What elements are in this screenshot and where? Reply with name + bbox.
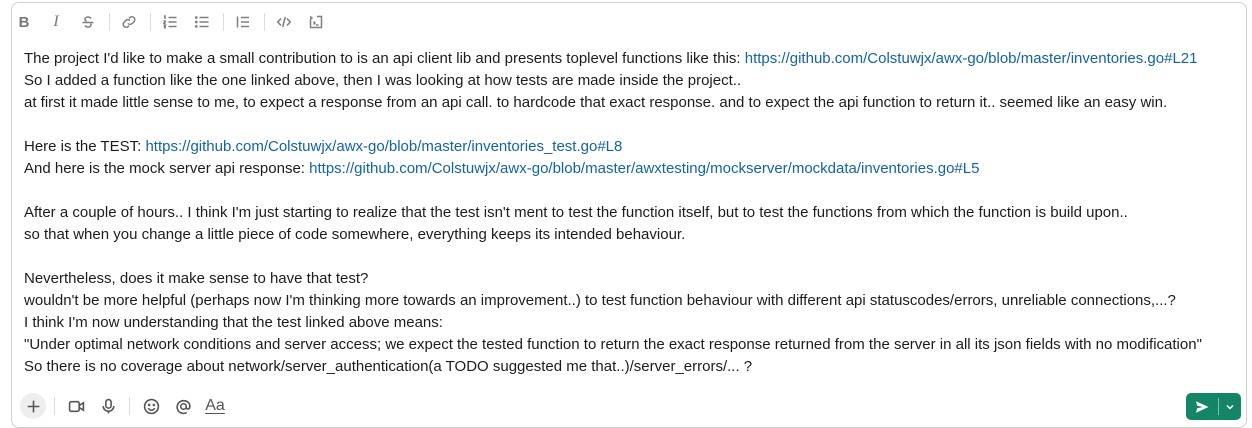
bold-button[interactable]: B [11,9,37,35]
video-clip-button[interactable] [63,393,89,419]
italic-button[interactable]: I [43,9,69,35]
message-text: And here is the mock server api response… [24,160,310,177]
message-input[interactable]: The project I'd like to make a small con… [24,48,1234,378]
message-link[interactable]: https://github.com/Colstuwjx/awx-go/blob… [745,50,1198,67]
message-text: Here is the TEST: [24,138,146,155]
emoji-button[interactable] [138,393,164,419]
strikethrough-icon [82,16,94,28]
ordered-list-button[interactable] [157,9,183,35]
message-line: at first it made little sense to me, to … [24,94,1168,111]
message-line: Nevertheless, does it make sense to have… [24,270,369,287]
attach-button[interactable] [20,393,46,419]
bold-icon: B [18,13,30,31]
message-line: And here is the mock server api response… [24,158,1234,180]
audio-clip-button[interactable] [95,393,121,419]
toolbar-divider [109,13,110,31]
message-line: "Under optimal network conditions and se… [24,336,1202,353]
chevron-down-icon [1226,404,1234,410]
toolbar-divider [264,13,265,31]
plus-icon [27,400,39,412]
message-line: After a couple of hours.. I think I'm ju… [24,204,1128,221]
message-line: So there is no coverage about network/se… [24,358,753,375]
blockquote-button[interactable] [230,9,256,35]
send-button-group [1186,393,1241,420]
message-line: The project I'd like to make a small con… [24,48,1234,70]
text-format-button[interactable]: Aa [202,393,228,419]
italic-icon: I [53,13,59,30]
bulleted-list-icon [194,16,209,28]
mention-button[interactable] [170,393,196,419]
code-block-icon [309,15,323,29]
message-link[interactable]: https://github.com/Colstuwjx/awx-go/blob… [145,138,622,155]
toolbar-divider [223,13,224,31]
text-format-icon: Aa [205,397,225,414]
message-line: Here is the TEST: https://github.com/Col… [24,136,1234,158]
message-link[interactable]: https://github.com/Colstuwjx/awx-go/blob… [309,160,979,177]
microphone-icon [101,398,115,413]
mention-icon [175,399,191,414]
message-text: The project I'd like to make a small con… [24,50,745,67]
message-line: I think I'm now understanding that the t… [24,314,443,331]
formatting-toolbar: B I [11,6,335,38]
message-line: wouldn't be more helpful (perhaps now I'… [24,292,1176,309]
emoji-icon [143,398,159,414]
toolbar-divider [150,13,151,31]
message-line: so that when you change a little piece o… [24,226,686,243]
link-button[interactable] [116,9,142,35]
blockquote-icon [236,16,249,28]
link-icon [122,15,136,29]
video-icon [68,400,84,412]
send-icon [1196,400,1209,413]
code-icon [276,16,292,28]
ordered-list-icon [163,14,177,29]
strikethrough-button[interactable] [75,9,101,35]
actions-divider [129,397,130,415]
actions-divider [54,397,55,415]
send-button[interactable] [1186,393,1218,420]
bulleted-list-button[interactable] [189,9,215,35]
schedule-send-button[interactable] [1219,393,1241,420]
code-button[interactable] [271,9,297,35]
composer-actions: Aa [20,393,234,419]
code-block-button[interactable] [303,9,329,35]
message-line: So I added a function like the one linke… [24,72,742,89]
